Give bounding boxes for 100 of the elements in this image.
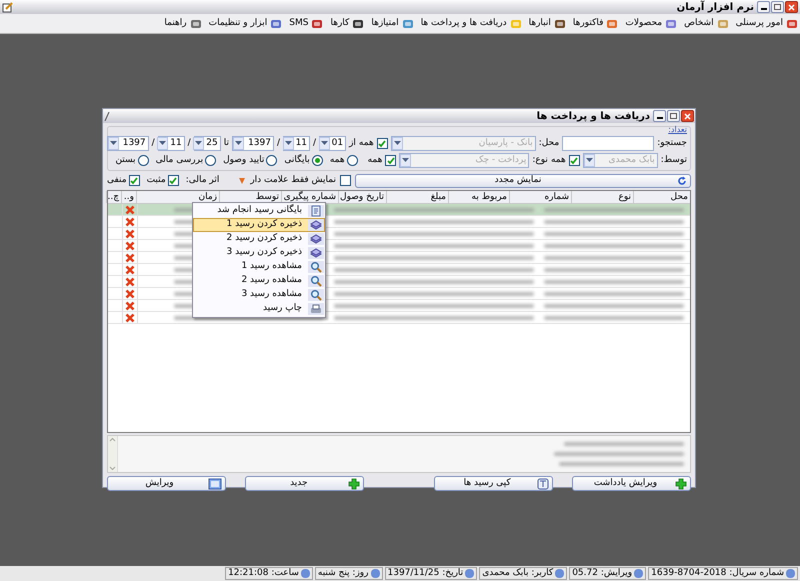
column-header[interactable]: تاریخ وصول: [338, 191, 386, 203]
delete-icon[interactable]: [124, 276, 135, 286]
refresh-icon: [677, 176, 687, 186]
maximize-button[interactable]: [667, 110, 680, 122]
status-icon: [634, 569, 644, 578]
column-header[interactable]: و..: [121, 191, 136, 203]
context-menu-item[interactable]: ذخیره کردن رسید 3: [193, 246, 325, 260]
context-menu-item[interactable]: مشاهده رسید 2: [193, 274, 325, 288]
delete-icon[interactable]: [124, 312, 135, 322]
close-icon: [788, 4, 795, 10]
menu-item[interactable]: امور پرسنلی: [736, 16, 798, 30]
menu-item-icon: [606, 18, 618, 30]
day-select[interactable]: 25: [194, 136, 221, 151]
radio-button[interactable]: [312, 155, 323, 166]
date-separator: /: [152, 136, 155, 150]
maximize-button[interactable]: [771, 1, 784, 13]
menu-item-icon: [786, 18, 798, 30]
checkbox[interactable]: [128, 175, 140, 186]
context-menu-item[interactable]: مشاهده رسید 3: [193, 288, 325, 302]
column-header[interactable]: محل: [633, 191, 690, 203]
delete-icon[interactable]: [124, 216, 135, 226]
minimize-button[interactable]: [653, 110, 666, 122]
plus-icon: [675, 478, 687, 490]
month-select[interactable]: 11: [158, 136, 185, 151]
menu-item[interactable]: SMS: [289, 16, 324, 30]
field-label: تا: [224, 136, 229, 150]
search-icon: [310, 289, 322, 301]
checkbox-label: همه: [368, 154, 382, 167]
menu-item[interactable]: انبارها: [528, 16, 566, 30]
month-select[interactable]: 11: [283, 136, 310, 151]
menu-item[interactable]: دریافت ها و پرداخت ها: [420, 16, 522, 30]
column-header[interactable]: نوع: [571, 191, 633, 203]
date-separator: /: [188, 136, 191, 150]
column-header[interactable]: مربوط به: [448, 191, 509, 203]
menu-item[interactable]: اشخاص: [684, 16, 729, 30]
column-header[interactable]: چ..: [106, 191, 121, 203]
action-button[interactable]: جدید: [245, 476, 364, 491]
checkbox-label: همه: [550, 154, 566, 167]
checkbox-label: مثبت: [146, 174, 166, 187]
menu-item[interactable]: فاکتورها: [572, 16, 618, 30]
menu-item[interactable]: راهنما: [164, 16, 202, 30]
checkbox[interactable]: [376, 138, 388, 149]
radio-button[interactable]: [346, 155, 358, 166]
checkbox[interactable]: [168, 175, 179, 186]
context-menu-item[interactable]: ذخیره کردن رسید 2: [193, 232, 325, 246]
year-select[interactable]: 1397: [232, 136, 274, 151]
status-icon: [300, 569, 310, 578]
action-button[interactable]: ویرایش یادداشت: [572, 476, 691, 491]
refresh-button[interactable]: نمایش مجدد: [355, 174, 691, 188]
delete-icon[interactable]: [124, 300, 135, 310]
book-icon: [536, 478, 549, 490]
printer-icon: [310, 303, 322, 315]
menu-item-icon: [665, 18, 678, 30]
menu-item[interactable]: ابزار و تنظیمات: [208, 16, 282, 30]
status-icon: [555, 569, 564, 578]
column-header[interactable]: مبلغ: [386, 191, 448, 203]
action-button[interactable]: ویرایش: [107, 476, 226, 491]
count-link[interactable]: تعداد:: [668, 125, 687, 135]
delete-icon[interactable]: [124, 264, 135, 274]
delete-icon[interactable]: [124, 252, 135, 262]
radio-button[interactable]: [266, 155, 278, 166]
search-field[interactable]: [562, 136, 654, 151]
delete-icon[interactable]: [124, 228, 135, 238]
checkbox-label: نمایش فقط علامت دار: [250, 174, 336, 187]
checkbox-label: همه: [358, 136, 374, 150]
field-label: اثر مالی:: [186, 174, 220, 187]
close-button[interactable]: [681, 110, 694, 122]
checkbox[interactable]: [385, 155, 396, 166]
context-menu-item[interactable]: بایگانی رسید انجام شد: [193, 204, 325, 218]
day-select[interactable]: 01: [319, 136, 346, 151]
menu-item-icon: [402, 18, 414, 30]
pen-icon[interactable]: [104, 112, 110, 120]
action-button[interactable]: کپی رسید ها: [434, 476, 553, 491]
status-icon: [786, 569, 795, 578]
year-select[interactable]: 1397: [106, 136, 149, 151]
checkbox[interactable]: [568, 155, 580, 166]
delete-icon[interactable]: [124, 240, 135, 250]
close-button[interactable]: [785, 1, 798, 13]
field-label: نوع:: [532, 154, 548, 167]
radio-button[interactable]: [205, 155, 216, 166]
menu-item[interactable]: امتیازها: [371, 16, 414, 30]
flag-icon: [238, 176, 246, 184]
menu-item[interactable]: محصولات: [625, 16, 678, 30]
menu-item-icon: [311, 18, 324, 30]
column-header[interactable]: شماره: [509, 191, 571, 203]
search-icon: [310, 261, 322, 273]
context-menu-item[interactable]: مشاهده رسید 1: [193, 260, 325, 274]
field-label: توسط:: [660, 154, 687, 167]
context-menu-item[interactable]: ذخیره کردن رسید 1: [193, 218, 325, 232]
context-menu-item[interactable]: چاپ رسید: [193, 302, 325, 316]
edit-icon[interactable]: [2, 2, 13, 12]
delete-icon[interactable]: [124, 204, 135, 214]
menu-item[interactable]: کارها: [330, 16, 364, 30]
dialog-title: دریافت ها و پرداخت ها: [536, 110, 650, 124]
date-separator: /: [313, 136, 316, 150]
minimize-button[interactable]: [757, 1, 770, 13]
checkbox[interactable]: [340, 175, 351, 186]
delete-icon[interactable]: [124, 288, 135, 298]
status-item: شماره سریال: 2018-8704-1639: [648, 567, 798, 580]
radio-button[interactable]: [138, 155, 149, 166]
